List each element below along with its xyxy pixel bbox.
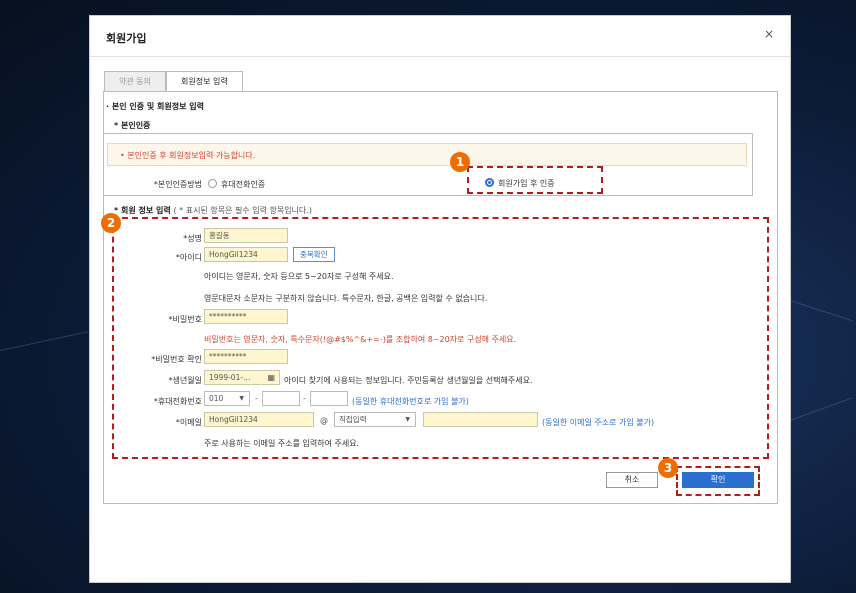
name-field[interactable]: 홍길동 (204, 228, 288, 243)
highlight-box-1 (467, 166, 603, 194)
password-help: 비밀번호는 영문자, 숫자, 특수문자(!@#$%^&+=-)를 조합하여 8~… (204, 335, 517, 344)
duplicate-check-button[interactable]: 중복확인 (293, 247, 335, 262)
email-domain-select-value: 직접입력 (339, 415, 367, 424)
userid-help-2: 영문대문자 소문자는 구분하지 않습니다. 특수문자, 한글, 공백은 입력할 … (204, 294, 488, 303)
phone-separator: - (255, 394, 258, 403)
password-confirm-label: *비밀번호 확인 (151, 355, 202, 364)
step-badge-2: 2 (101, 213, 121, 233)
phone-prefix-value: 010 (209, 394, 224, 403)
email-domain-select[interactable]: 직접입력 ▼ (334, 412, 416, 427)
phone-last-field[interactable] (310, 391, 348, 406)
birth-date-value: 1999-01-… (209, 373, 251, 382)
birth-date-field[interactable]: 1999-01-… ▦ (204, 370, 280, 385)
radio-label-phone: 휴대전화인증 (221, 180, 266, 189)
cancel-button[interactable]: 취소 (606, 472, 658, 488)
password-field[interactable]: ********** (204, 309, 288, 324)
email-at-sign: @ (320, 416, 328, 425)
phone-prefix-select[interactable]: 010 ▼ (204, 391, 250, 406)
phone-separator: - (303, 394, 306, 403)
verification-method-label: *본인인증방법 (153, 180, 202, 189)
radio-phone-verification[interactable] (208, 179, 217, 188)
signup-dialog: 회원가입 × 약관 동의 회원정보 입력 · 본인 인증 및 회원정보 입력 *… (89, 15, 791, 583)
background-line (789, 397, 853, 421)
password-label: *비밀번호 (168, 315, 202, 324)
birth-label: *생년월일 (168, 376, 202, 385)
email-local-field[interactable]: HongGil1234 (204, 412, 314, 427)
phone-middle-field[interactable] (262, 391, 300, 406)
step-badge-1: 1 (450, 152, 470, 172)
userid-field[interactable]: HongGil1234 (204, 247, 288, 262)
highlight-box-3 (676, 466, 760, 496)
section-title-member-info: * 회원 정보 입력 ( * 표시된 항목은 필수 입력 항목입니다.) (114, 206, 312, 215)
chevron-down-icon: ▼ (405, 416, 410, 423)
dialog-title: 회원가입 (106, 32, 147, 45)
name-label: *성명 (183, 234, 202, 243)
calendar-icon[interactable]: ▦ (267, 371, 275, 384)
tab-member-info[interactable]: 회원정보 입력 (165, 71, 243, 91)
verification-notice: • 본인인증 후 회원정보입력 가능합니다. (107, 143, 747, 166)
step-badge-3: 3 (658, 458, 678, 478)
userid-label: *아이디 (175, 253, 202, 262)
close-icon[interactable]: × (764, 27, 774, 41)
section-title-main: · 본인 인증 및 회원정보 입력 (106, 102, 204, 111)
phone-hint: (동일한 휴대전화번호로 가입 불가) (352, 397, 469, 406)
password-confirm-field[interactable]: ********** (204, 349, 288, 364)
tab-terms[interactable]: 약관 동의 (104, 71, 166, 91)
userid-help-1: 아이디는 영문자, 숫자 등으로 5~20자로 구성해 주세요. (204, 272, 394, 281)
section-title-verification: * 본인인증 (114, 121, 151, 130)
email-label: *이메일 (175, 418, 202, 427)
background-line (789, 300, 853, 322)
phone-label: *휴대전화번호 (153, 397, 202, 406)
background-line (0, 331, 89, 351)
chevron-down-icon: ▼ (239, 395, 244, 402)
divider (90, 56, 790, 57)
birth-help: 아이디 찾기에 사용되는 정보입니다. 주민등록상 생년월일을 선택해주세요. (284, 376, 533, 385)
tab-bar: 약관 동의 회원정보 입력 (104, 71, 243, 91)
email-domain-field[interactable] (423, 412, 538, 427)
email-hint: (동일한 이메일 주소로 가입 불가) (542, 418, 655, 427)
email-help: 주로 사용하는 이메일 주소를 입력하여 주세요. (204, 439, 360, 448)
